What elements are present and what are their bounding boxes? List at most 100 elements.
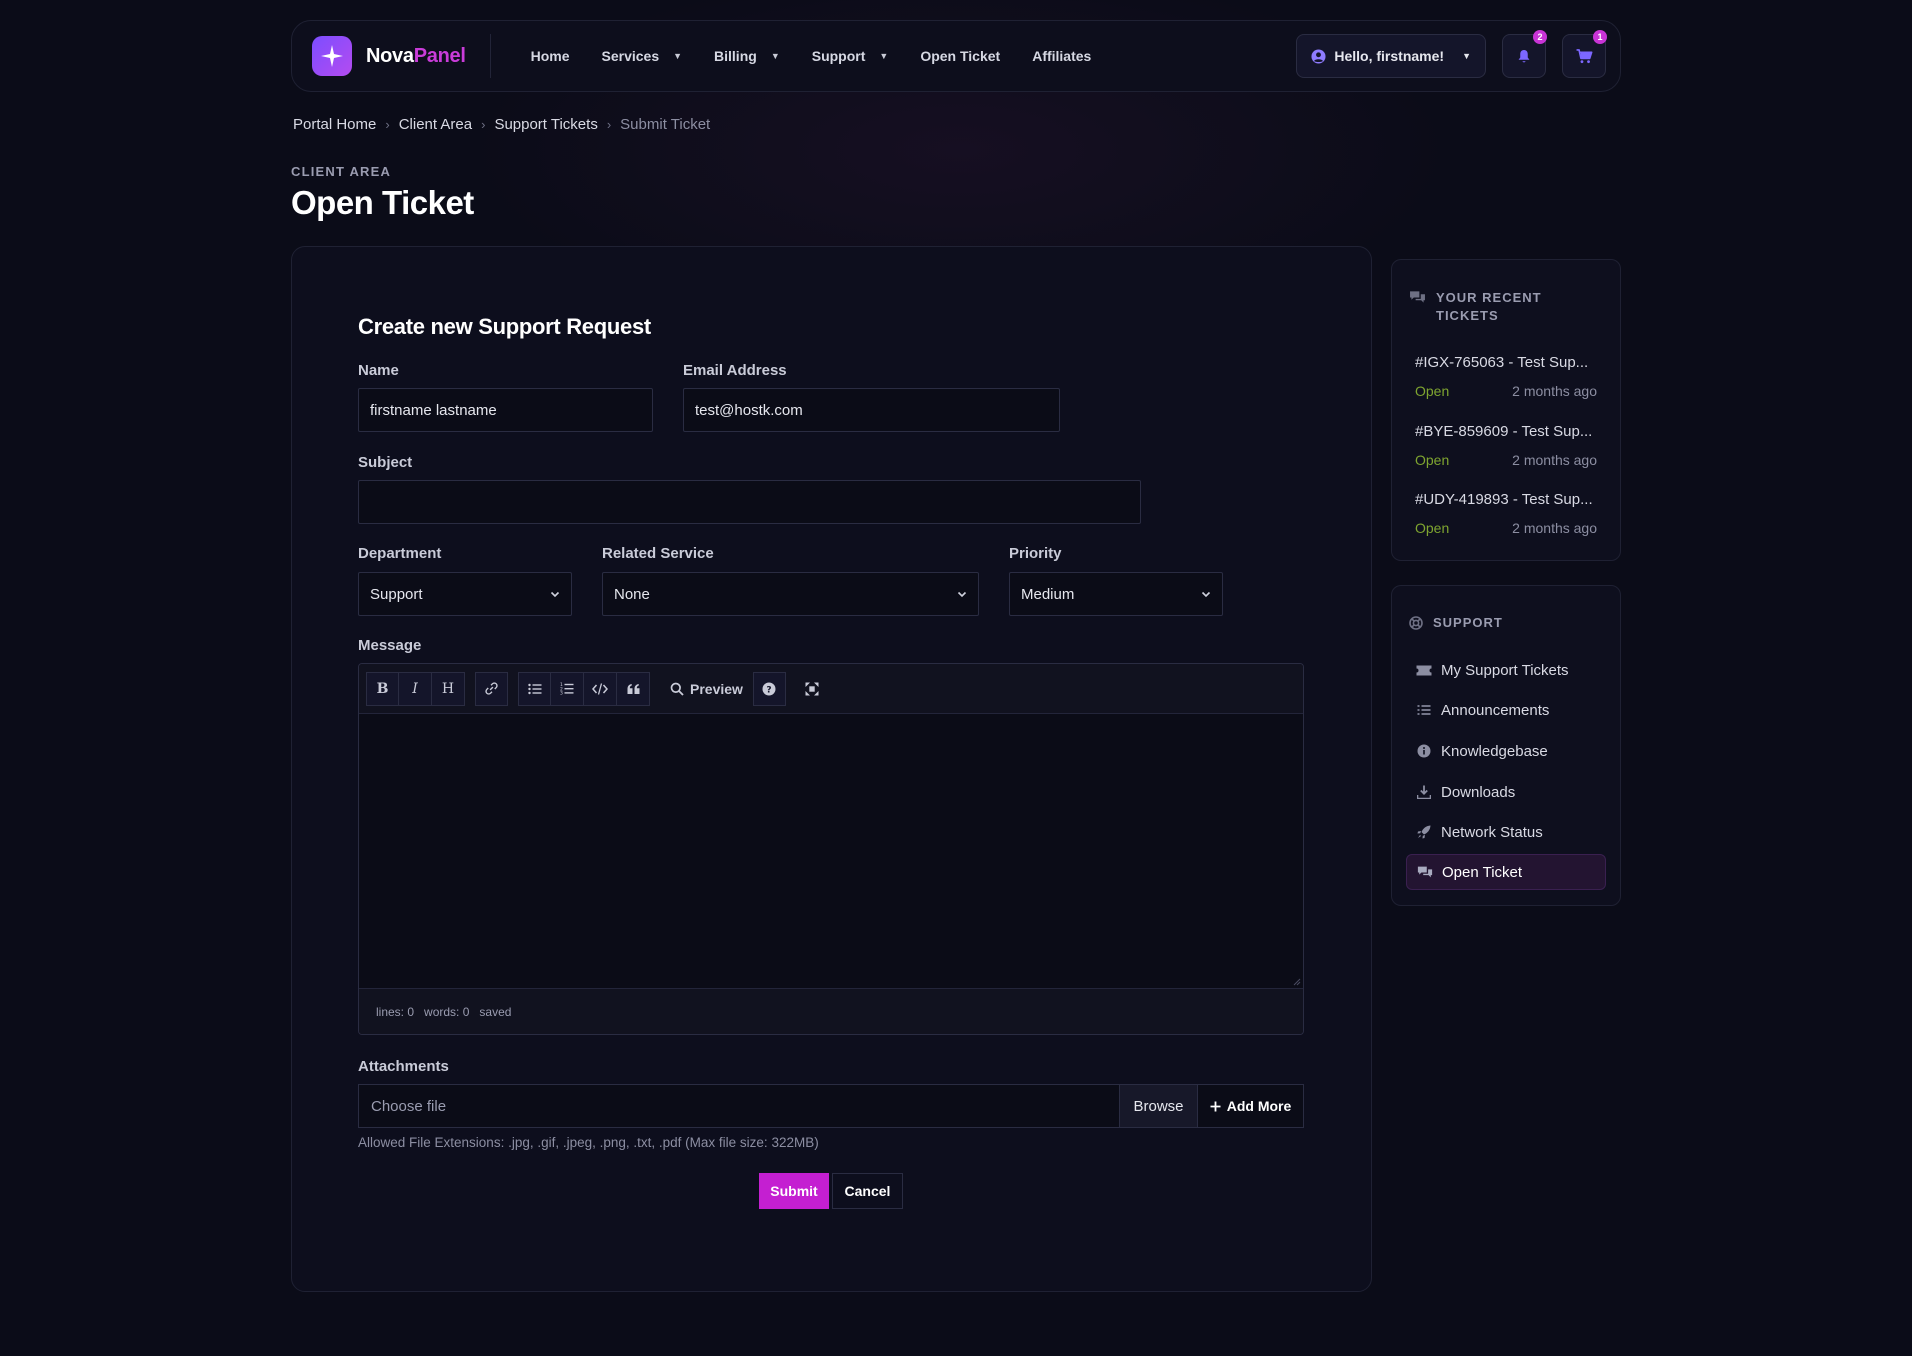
recent-tickets-heading: YOUR RECENT TICKETS — [1409, 289, 1609, 325]
user-circle-icon — [1311, 48, 1326, 64]
quote-button[interactable] — [617, 671, 650, 706]
submit-button[interactable]: Submit — [759, 1173, 829, 1209]
ticket-time: 2 months ago — [1512, 520, 1597, 536]
plus-icon — [1210, 1101, 1221, 1111]
page-eyebrow: CLIENT AREA — [291, 164, 392, 179]
cart-badge: 1 — [1593, 30, 1607, 44]
ticket-icon — [1416, 665, 1432, 675]
notifications-button[interactable]: 2 — [1502, 30, 1547, 78]
sparkle-icon — [321, 45, 343, 67]
recent-ticket-item[interactable]: #UDY-419893 - Test Sup... Open 2 months … — [1392, 491, 1620, 549]
sidebar-link-downloads[interactable]: Downloads — [1406, 774, 1606, 810]
help-button[interactable]: ? — [752, 671, 786, 706]
sidebar-link-network-status[interactable]: Network Status — [1406, 814, 1606, 850]
top-header: NovaPanel Home Services ▼ Billing ▼ Suppor… — [291, 20, 1621, 92]
bold-button[interactable]: B — [366, 671, 399, 706]
ticket-status: Open — [1415, 383, 1450, 399]
cancel-button[interactable]: Cancel — [832, 1173, 903, 1209]
life-ring-icon — [1409, 615, 1423, 630]
rocket-icon — [1417, 825, 1431, 839]
page-title: Open Ticket — [291, 184, 474, 221]
nav-affiliates[interactable]: Affiliates — [1016, 48, 1107, 64]
ticket-title: #BYE-859609 - Test Sup... — [1415, 423, 1593, 440]
bell-icon — [1518, 49, 1530, 62]
sidebar-link-label: Announcements — [1441, 701, 1550, 719]
message-textarea[interactable] — [359, 714, 1303, 988]
caret-down-icon: ▼ — [879, 51, 889, 61]
quote-icon — [627, 683, 639, 694]
status-saved: saved — [479, 1004, 512, 1019]
priority-label: Priority — [1009, 545, 1062, 562]
breadcrumb-client-area[interactable]: Client Area — [399, 116, 472, 133]
italic-button[interactable]: I — [399, 671, 432, 706]
search-icon — [670, 682, 684, 696]
priority-select[interactable]: Medium — [1009, 572, 1223, 616]
brand-logo[interactable] — [312, 36, 352, 76]
nav-services[interactable]: Services ▼ — [586, 48, 699, 64]
nav-home[interactable]: Home — [515, 48, 586, 64]
code-button[interactable] — [584, 671, 617, 706]
sidebar-link-label: My Support Tickets — [1441, 661, 1569, 679]
nav-billing[interactable]: Billing ▼ — [698, 48, 796, 64]
link-button[interactable] — [475, 671, 508, 706]
add-more-button[interactable]: Add More — [1197, 1085, 1303, 1127]
chevron-down-icon — [957, 591, 967, 598]
expand-icon — [805, 682, 819, 695]
browse-button[interactable]: Browse — [1119, 1085, 1197, 1127]
ticket-title: #UDY-419893 - Test Sup... — [1415, 491, 1593, 508]
preview-button[interactable]: Preview — [660, 672, 753, 706]
sidebar-link-label: Network Status — [1441, 823, 1543, 841]
chevron-right-icon: › — [481, 117, 486, 132]
recent-ticket-item[interactable]: #IGX-765063 - Test Sup... Open 2 months … — [1392, 354, 1620, 412]
sidebar-link-knowledgebase[interactable]: Knowledgebase — [1406, 733, 1606, 769]
brand-name[interactable]: NovaPanel — [366, 45, 466, 68]
breadcrumb-portal-home[interactable]: Portal Home — [293, 116, 376, 133]
name-field[interactable]: firstname lastname — [358, 388, 653, 432]
link-icon — [485, 682, 498, 695]
nav-open-ticket[interactable]: Open Ticket — [904, 48, 1016, 64]
subject-field[interactable] — [358, 480, 1141, 524]
email-field[interactable]: test@hostk.com — [683, 388, 1060, 432]
user-menu-button[interactable]: Hello, firstname! ▼ — [1296, 34, 1486, 78]
cart-button[interactable]: 1 — [1562, 30, 1607, 78]
ticket-status: Open — [1415, 452, 1450, 468]
question-circle-icon: ? — [762, 682, 776, 695]
support-heading: SUPPORT — [1409, 615, 1503, 630]
sidebar-link-label: Open Ticket — [1442, 863, 1523, 881]
heading-icon: H — [441, 680, 455, 697]
related-service-select[interactable]: None — [602, 572, 979, 616]
recent-ticket-item[interactable]: #BYE-859609 - Test Sup... Open 2 months … — [1392, 423, 1620, 481]
bullet-list-button[interactable] — [518, 671, 551, 706]
sidebar-link-open-ticket[interactable]: Open Ticket — [1406, 854, 1606, 890]
cart-icon — [1576, 48, 1592, 63]
related-service-label: Related Service — [602, 545, 714, 562]
breadcrumb: Portal Home › Client Area › Support Tick… — [293, 116, 710, 133]
main-nav: Home Services ▼ Billing ▼ Support ▼ Open Ti… — [515, 48, 1108, 64]
sidebar-link-announcements[interactable]: Announcements — [1406, 692, 1606, 728]
sidebar-link-my-support-tickets[interactable]: My Support Tickets — [1406, 652, 1606, 688]
comments-icon — [1417, 866, 1433, 878]
heading-button[interactable]: H — [432, 671, 465, 706]
editor-statusbar: lines: 0 words: 0 saved — [359, 988, 1303, 1034]
chevron-right-icon: › — [385, 117, 390, 132]
form-title: Create new Support Request — [358, 314, 651, 339]
ticket-title: #IGX-765063 - Test Sup... — [1415, 354, 1589, 371]
info-icon — [1417, 744, 1431, 758]
download-icon — [1417, 785, 1431, 799]
support-panel: SUPPORT My Support Tickets Announcements… — [1391, 585, 1621, 906]
numbered-list-button[interactable]: 123 — [551, 671, 584, 706]
nav-support[interactable]: Support ▼ — [796, 48, 905, 64]
chevron-down-icon — [1201, 591, 1211, 598]
ticket-status: Open — [1415, 520, 1450, 536]
sidebar-link-label: Downloads — [1441, 783, 1516, 801]
ticket-time: 2 months ago — [1512, 383, 1597, 399]
breadcrumb-support-tickets[interactable]: Support Tickets — [494, 116, 597, 133]
recent-tickets-panel: YOUR RECENT TICKETS #IGX-765063 - Test Su… — [1391, 259, 1621, 561]
fullscreen-button[interactable] — [796, 672, 829, 706]
file-input[interactable]: Choose file — [359, 1085, 1119, 1127]
bold-icon: B — [376, 680, 389, 697]
header-divider — [489, 34, 491, 78]
message-label: Message — [358, 637, 422, 654]
resize-handle-icon[interactable] — [1293, 978, 1301, 986]
department-select[interactable]: Support — [358, 572, 572, 616]
